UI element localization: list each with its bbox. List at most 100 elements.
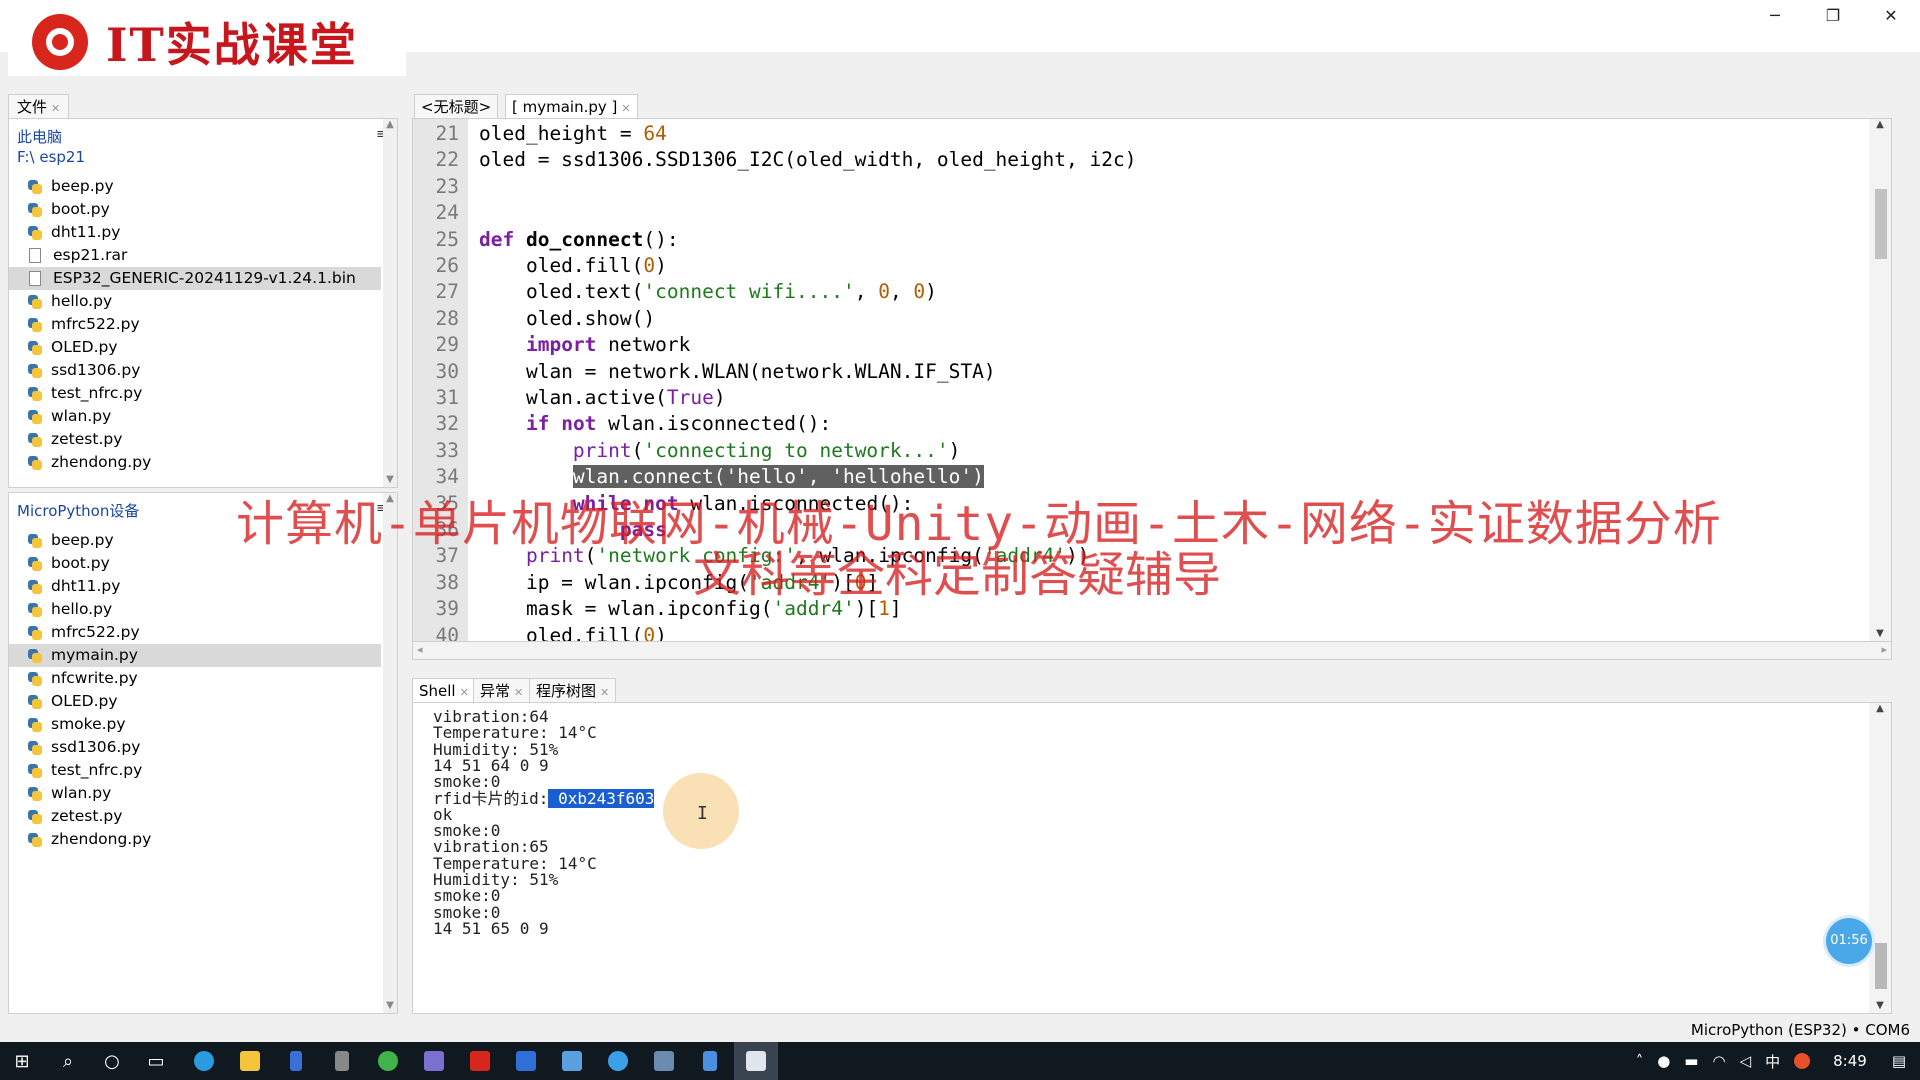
chevron-up-icon[interactable]: ˄ bbox=[1636, 1052, 1644, 1070]
close-button[interactable]: ✕ bbox=[1862, 0, 1920, 30]
file-item[interactable]: boot.py bbox=[9, 198, 381, 221]
shell-output-line[interactable]: 14 51 65 0 9 bbox=[433, 919, 549, 939]
file-item[interactable]: beep.py bbox=[9, 175, 381, 198]
wifi-icon[interactable]: ◠ bbox=[1712, 1052, 1725, 1070]
code-line[interactable]: 23 bbox=[413, 174, 1833, 200]
file-item[interactable]: zetest.py bbox=[9, 428, 381, 451]
code-line[interactable]: 33 print('connecting to network...') bbox=[413, 438, 1833, 464]
editor-horizontal-scrollbar[interactable]: ◂ ▸ bbox=[412, 642, 1892, 660]
file-item[interactable]: ssd1306.py bbox=[9, 736, 381, 759]
file-item[interactable]: dht11.py bbox=[9, 221, 381, 244]
code-line[interactable]: 25 def do_connect(): bbox=[413, 227, 1833, 253]
local-computer-header[interactable]: 此电脑 bbox=[9, 127, 379, 147]
shell-scroll-thumb[interactable] bbox=[1875, 943, 1887, 989]
file-item[interactable]: hello.py bbox=[9, 290, 381, 313]
code-line[interactable]: 30 wlan = network.WLAN(network.WLAN.IF_S… bbox=[413, 359, 1833, 385]
scroll-up-icon[interactable]: ▲ bbox=[383, 119, 397, 130]
editor-scroll-thumb[interactable] bbox=[1875, 189, 1887, 259]
file-item[interactable]: boot.py bbox=[9, 552, 381, 575]
scroll-up-icon[interactable]: ▲ bbox=[1869, 119, 1891, 130]
device-header[interactable]: MicroPython设备 bbox=[9, 501, 139, 521]
tab-exception[interactable]: 异常 ✕ bbox=[473, 678, 531, 702]
shell-scrollbar[interactable]: ▲ ▼ bbox=[1869, 703, 1891, 1013]
cortana-icon[interactable]: ○ bbox=[90, 1042, 134, 1080]
edge-icon[interactable] bbox=[182, 1042, 226, 1080]
file-item[interactable]: nfcwrite.py bbox=[9, 667, 381, 690]
app-icon-9[interactable] bbox=[688, 1042, 732, 1080]
code-line[interactable]: 24 bbox=[413, 200, 1833, 226]
code-line[interactable]: 29 import network bbox=[413, 332, 1833, 358]
code-line[interactable]: 27 oled.text('connect wifi....', 0, 0) bbox=[413, 279, 1833, 305]
code-line[interactable]: 31 wlan.active(True) bbox=[413, 385, 1833, 411]
file-item[interactable]: OLED.py bbox=[9, 690, 381, 713]
microphone-icon[interactable]: ● bbox=[1657, 1052, 1670, 1070]
close-icon[interactable]: ✕ bbox=[460, 686, 469, 699]
start-icon[interactable]: ⊞ bbox=[0, 1042, 44, 1080]
interpreter-status[interactable]: MicroPython (ESP32) • COM6 bbox=[1691, 1018, 1910, 1042]
file-item[interactable]: ssd1306.py bbox=[9, 359, 381, 382]
code-line[interactable]: 40 oled.fill(0) bbox=[413, 623, 1833, 641]
selected-card-id[interactable]: 0xb243f603 bbox=[548, 788, 655, 808]
code-line[interactable]: 22 oled = ssd1306.SSD1306_I2C(oled_width,… bbox=[413, 147, 1833, 173]
scroll-down-icon[interactable]: ▼ bbox=[383, 1000, 397, 1011]
file-item[interactable]: hello.py bbox=[9, 598, 381, 621]
code-line[interactable]: 32 if not wlan.isconnected(): bbox=[413, 411, 1833, 437]
tab-outline[interactable]: 程序树图 ✕ bbox=[529, 678, 617, 702]
scroll-right-icon[interactable]: ▸ bbox=[1881, 643, 1887, 656]
tab-untitled[interactable]: <无标题> bbox=[414, 94, 499, 118]
close-icon[interactable]: ✕ bbox=[51, 102, 60, 115]
notification-icon[interactable]: ▤ bbox=[1892, 1052, 1906, 1070]
maximize-button[interactable]: ❐ bbox=[1804, 0, 1862, 30]
file-item[interactable]: wlan.py bbox=[9, 782, 381, 805]
device-scrollbar[interactable]: ▲ ▼ bbox=[383, 493, 397, 1013]
thonny-taskbar-icon[interactable] bbox=[734, 1042, 778, 1080]
close-icon[interactable]: ✕ bbox=[621, 102, 630, 115]
tray-app-icon[interactable] bbox=[1794, 1053, 1811, 1069]
file-item[interactable]: mymain.py bbox=[9, 644, 381, 667]
local-scrollbar[interactable]: ▲ ▼ bbox=[383, 119, 397, 487]
file-item[interactable]: zetest.py bbox=[9, 805, 381, 828]
wps-icon[interactable] bbox=[458, 1042, 502, 1080]
file-item[interactable]: OLED.py bbox=[9, 336, 381, 359]
volume-icon[interactable]: ◁ bbox=[1740, 1052, 1752, 1070]
code-line[interactable]: 26 oled.fill(0) bbox=[413, 253, 1833, 279]
recording-timer[interactable]: 01:56 bbox=[1826, 918, 1872, 964]
app-icon-4[interactable] bbox=[412, 1042, 456, 1080]
file-item[interactable]: mfrc522.py bbox=[9, 621, 381, 644]
app-icon-2[interactable] bbox=[320, 1042, 364, 1080]
battery-icon[interactable]: ▬ bbox=[1684, 1052, 1698, 1070]
close-icon[interactable]: ✕ bbox=[600, 686, 609, 699]
scroll-up-icon[interactable]: ▲ bbox=[1869, 703, 1891, 714]
code-line[interactable]: 28 oled.show() bbox=[413, 306, 1833, 332]
app-icon-6[interactable] bbox=[550, 1042, 594, 1080]
file-explorer-icon[interactable] bbox=[228, 1042, 272, 1080]
file-item[interactable]: ESP32_GENERIC-20241129-v1.24.1.bin bbox=[9, 267, 381, 290]
clock[interactable]: 8:49 bbox=[1833, 1052, 1867, 1070]
task-view-icon[interactable]: ▭ bbox=[134, 1042, 178, 1080]
code-line[interactable]: 21 oled_height = 64 bbox=[413, 121, 1833, 147]
app-icon-3[interactable] bbox=[366, 1042, 410, 1080]
tab-mymain[interactable]: [ mymain.py ] ✕ bbox=[505, 94, 638, 118]
scroll-left-icon[interactable]: ◂ bbox=[417, 643, 423, 656]
app-icon-5[interactable] bbox=[504, 1042, 548, 1080]
close-icon[interactable]: ✕ bbox=[514, 686, 523, 699]
file-item[interactable]: smoke.py bbox=[9, 713, 381, 736]
editor-scrollbar[interactable]: ▲ ▼ bbox=[1869, 119, 1891, 641]
file-item[interactable]: zhendong.py bbox=[9, 828, 381, 851]
file-item[interactable]: test_nfrc.py bbox=[9, 382, 381, 405]
app-icon-7[interactable] bbox=[596, 1042, 640, 1080]
shell-output-line[interactable]: rfid卡片的id: 0xb243f603 bbox=[433, 788, 655, 809]
tab-shell[interactable]: Shell ✕ bbox=[412, 678, 476, 702]
file-item[interactable]: test_nfrc.py bbox=[9, 759, 381, 782]
local-path[interactable]: F:\ esp21 bbox=[9, 147, 379, 167]
file-item[interactable]: esp21.rar bbox=[9, 244, 381, 267]
scroll-down-icon[interactable]: ▼ bbox=[1869, 628, 1891, 639]
file-item[interactable]: dht11.py bbox=[9, 575, 381, 598]
ime-indicator[interactable]: 中 bbox=[1765, 1051, 1780, 1072]
shell-console[interactable]: ▲ ▼ vibration:64 Temperature: 14°C Humidit… bbox=[412, 702, 1892, 1014]
scroll-down-icon[interactable]: ▼ bbox=[1869, 1000, 1891, 1011]
file-item[interactable]: mfrc522.py bbox=[9, 313, 381, 336]
file-item[interactable]: wlan.py bbox=[9, 405, 381, 428]
search-icon[interactable]: ⌕ bbox=[46, 1042, 90, 1080]
file-item[interactable]: zhendong.py bbox=[9, 451, 381, 474]
